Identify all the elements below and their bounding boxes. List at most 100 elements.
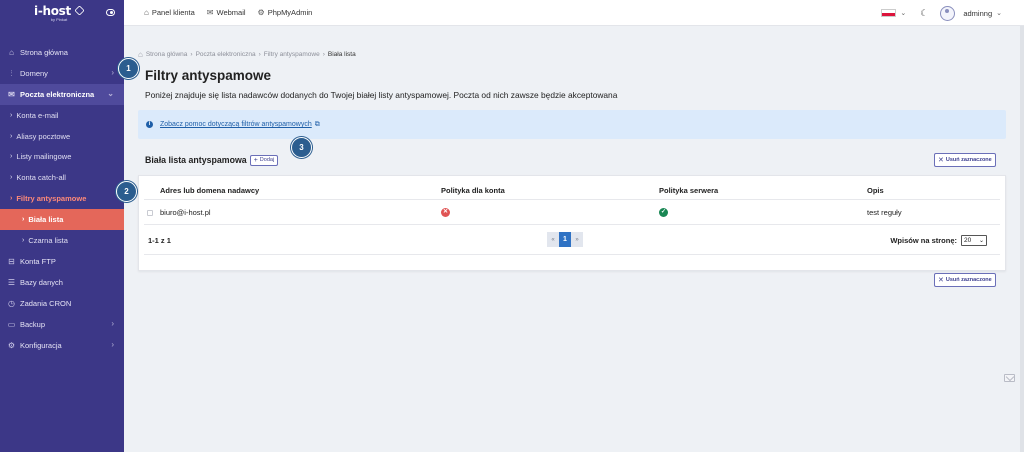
pagination-next[interactable]: » <box>571 232 583 247</box>
breadcrumb-current: Biała lista <box>327 51 356 58</box>
database-icon: ☰ <box>7 277 16 287</box>
sidebar: i-host by Pinkat ⌂ Strona główna ⫶ Domeny ›… <box>0 0 124 452</box>
bullet-icon: › <box>10 195 13 203</box>
scrollbar[interactable] <box>1020 26 1024 452</box>
home-icon: ⌂ <box>9 48 14 57</box>
sidebar-item-domains[interactable]: ⫶ Domeny › <box>0 63 124 84</box>
sidebar-item-email-accounts[interactable]: › Konta e-mail <box>0 105 124 126</box>
avatar[interactable] <box>940 5 956 21</box>
sidebar-item-label: Bazy danych <box>20 277 63 287</box>
sidebar-item-label: Backup <box>20 319 46 329</box>
brand-tagline: by Pinkat <box>50 16 68 22</box>
column-header-account-policy[interactable]: Polityka dla konta <box>441 182 505 199</box>
home-icon: ⌂ <box>144 8 149 17</box>
plus-icon: + <box>253 156 258 164</box>
sidebar-item-label: Konfiguracja <box>20 340 62 350</box>
sidebar-item-mailing-lists[interactable]: › Listy mailingowe <box>0 147 124 168</box>
chevron-down-icon[interactable]: ⌄ <box>996 9 1002 17</box>
sidebar-item-label: Strona główna <box>20 48 68 57</box>
sidebar-item-label: Konta catch-all <box>16 173 66 183</box>
sender-value: biuro@i-host.pl <box>160 208 211 217</box>
sidebar-toggle-icon[interactable] <box>106 9 115 16</box>
chevron-right-icon: › <box>111 339 114 349</box>
sidebar-item-label: Konta FTP <box>20 256 56 266</box>
mail-icon: ✉ <box>8 90 15 99</box>
sidebar-item-backup[interactable]: ▭ Backup › <box>0 314 124 335</box>
close-icon: ✕ <box>938 157 944 164</box>
sidebar-item-label: Domeny <box>20 69 48 78</box>
brand-name: i-host <box>34 3 71 18</box>
sidebar-item-label: Biała lista <box>28 214 64 224</box>
bullet-icon: › <box>10 132 13 140</box>
add-button[interactable]: + Dodaj <box>249 154 279 166</box>
sidebar-item-antispam[interactable]: › Filtry antyspamowe <box>0 188 124 209</box>
topbar-right: ⌄ ☾ adminng ⌄ <box>881 0 1002 26</box>
phpmyadmin-link[interactable]: ⚙ PhpMyAdmin <box>258 8 313 17</box>
bullet-icon: › <box>22 215 25 223</box>
sidebar-item-label: Listy mailingowe <box>16 152 72 162</box>
main-content: ⌂ Strona główna › Poczta elektroniczna › F… <box>138 26 1006 287</box>
user-name[interactable]: adminng <box>963 9 992 18</box>
info-box: i Zobacz pomoc dotyczącą filtrów antyspa… <box>138 110 1006 139</box>
table-row: biuro@i-host.pl ✕ ✓ test reguły <box>144 201 1000 225</box>
help-link[interactable]: Zobacz pomoc dotyczącą filtrów antyspamo… <box>160 121 312 128</box>
pagination: « 1 » <box>547 232 583 247</box>
sidebar-item-label: Zadania CRON <box>20 298 72 308</box>
chevron-right-icon: › <box>111 318 114 328</box>
sidebar-item-blacklist[interactable]: › Czarna lista <box>0 230 124 251</box>
remove-selected-button[interactable]: ✕ Usuń zaznaczone <box>934 153 996 167</box>
sidebar-item-label: Konta e-mail <box>16 110 59 120</box>
column-header-description[interactable]: Opis <box>867 182 884 199</box>
breadcrumb-item[interactable]: Poczta elektroniczna <box>196 51 256 58</box>
table-footer: 1-1 z 1 « 1 » Wpisów na stronę: 20 ⌄ <box>144 226 1000 255</box>
clock-icon: ◷ <box>8 298 15 308</box>
row-checkbox[interactable] <box>147 209 153 216</box>
add-button-label: Dodaj <box>259 157 275 163</box>
remove-selected-button-bottom[interactable]: ✕ Usuń zaznaczone <box>934 273 996 287</box>
per-page-select[interactable]: 20 ⌄ <box>961 235 987 246</box>
bullet-icon: › <box>10 174 13 182</box>
breadcrumb-item[interactable]: Strona główna <box>146 51 188 58</box>
pagination-page[interactable]: 1 <box>559 232 571 247</box>
sidebar-item-cron[interactable]: ◷ Zadania CRON <box>0 293 124 314</box>
chevron-right-icon: › <box>111 68 114 77</box>
logo[interactable]: i-host by Pinkat <box>34 3 85 22</box>
sidebar-item-email[interactable]: ✉ Poczta elektroniczna ⌄ <box>0 84 124 105</box>
sidebar-item-aliases[interactable]: › Aliasy pocztowe <box>0 126 124 147</box>
breadcrumb-item[interactable]: Filtry antyspamowe <box>264 51 320 58</box>
step-badge-1: 1 <box>118 58 139 79</box>
floating-mail-icon[interactable] <box>1004 374 1015 382</box>
theme-toggle-icon[interactable]: ☾ <box>920 8 928 19</box>
sidebar-item-whitelist[interactable]: › Biała lista <box>0 208 124 230</box>
blocked-status-icon: ✕ <box>441 208 450 217</box>
page-description: Poniżej znajduje się lista nadawców doda… <box>145 90 618 100</box>
bullet-icon: › <box>10 111 13 119</box>
sidebar-item-ftp[interactable]: ⊟ Konta FTP <box>0 251 124 272</box>
info-icon: i <box>146 121 153 128</box>
close-icon: ✕ <box>938 277 944 284</box>
sidebar-item-catch-all[interactable]: › Konta catch-all <box>0 167 124 188</box>
section-title: Biała lista antyspamowa <box>145 155 247 165</box>
sidebar-item-config[interactable]: ⚙ Konfiguracja › <box>0 335 124 356</box>
panel-link[interactable]: ⌂ Panel klienta <box>144 8 195 17</box>
sidebar-item-home[interactable]: ⌂ Strona główna <box>0 42 124 63</box>
sidebar-nav: ⌂ Strona główna ⫶ Domeny › ✉ Poczta elektron… <box>0 42 124 356</box>
column-header-sender[interactable]: Adres lub domena nadawcy <box>160 182 259 199</box>
table-header: Adres lub domena nadawcy Polityka dla ko… <box>144 182 1000 200</box>
sidebar-item-label: Poczta elektroniczna <box>20 90 95 99</box>
language-flag-icon[interactable] <box>881 9 897 17</box>
home-icon[interactable]: ⌂ <box>138 50 143 59</box>
webmail-link[interactable]: ✉ Webmail <box>207 8 246 17</box>
sidebar-item-databases[interactable]: ☰ Bazy danych <box>0 272 124 293</box>
column-header-server-policy[interactable]: Polityka serwera <box>659 182 718 199</box>
cube-icon <box>74 5 85 16</box>
whitelist-table-card: Adres lub domena nadawcy Polityka dla ko… <box>138 175 1006 271</box>
backup-icon: ▭ <box>7 319 16 329</box>
remove-button-label: Usuń zaznaczone <box>945 157 992 163</box>
topbar: ⌂ Panel klienta ✉ Webmail ⚙ PhpMyAdmin ⌄ ☾ … <box>124 0 1024 26</box>
section-header: Biała lista antyspamowa + Dodaj ✕ Usuń zaz… <box>145 153 1006 167</box>
chevron-down-icon: ⌄ <box>107 89 114 98</box>
chevron-down-icon[interactable]: ⌄ <box>900 9 906 17</box>
server-icon: ⊟ <box>8 256 15 266</box>
pagination-prev[interactable]: « <box>547 232 559 247</box>
